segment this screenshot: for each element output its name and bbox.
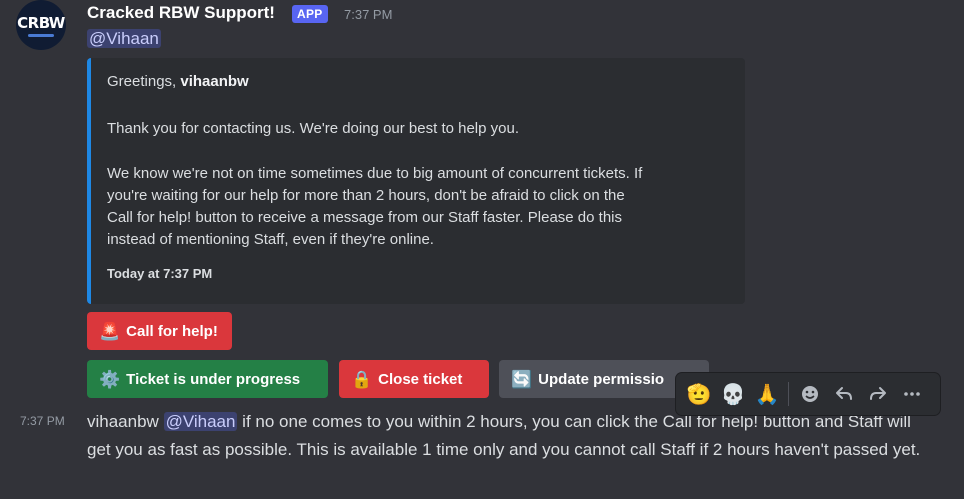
toolbar-divider — [788, 382, 789, 406]
embed-paragraph-line: instead of mentioning Staff, even if the… — [107, 231, 434, 248]
more-icon[interactable] — [895, 377, 929, 411]
embed-line-thanks: Thank you for contacting us. We're doing… — [107, 120, 519, 137]
mention-header: @Vihaan — [87, 29, 161, 49]
message-mention[interactable]: @Vihaan — [163, 412, 238, 431]
user-message: vihaanbw @Vihaan if no one comes to you … — [87, 408, 937, 464]
call-for-help-label: Call for help! — [126, 322, 218, 340]
message-timestamp[interactable]: 7:37 PM — [344, 7, 392, 22]
pray-reaction-icon[interactable]: 🙏 — [750, 377, 784, 411]
bot-username[interactable]: Cracked RBW Support! — [87, 3, 275, 23]
message-author[interactable]: vihaanbw — [87, 412, 159, 431]
add-reaction-icon[interactable] — [793, 377, 827, 411]
refresh-icon: 🔄 — [511, 369, 533, 389]
close-ticket-button[interactable]: 🔒 Close ticket — [339, 360, 489, 398]
embed-footer-timestamp: Today at 7:37 PM — [107, 266, 213, 281]
ticket-progress-button[interactable]: ⚙️ Ticket is under progress — [87, 360, 328, 398]
embed-paragraph-line: We know we're not on time sometimes due … — [107, 165, 643, 182]
avatar-logo-text: CRBW — [17, 13, 65, 32]
close-ticket-label: Close ticket — [378, 370, 463, 388]
embed-paragraph-line: Call for help! button to receive a messa… — [107, 209, 622, 226]
embed-greeting: Greetings, vihaanbw — [107, 72, 249, 92]
forward-icon[interactable] — [861, 377, 895, 411]
embed-card: Greetings, vihaanbw Thank you for contac… — [87, 58, 745, 304]
app-badge: APP — [292, 5, 328, 23]
user-mention[interactable]: @Vihaan — [87, 29, 161, 48]
avatar[interactable]: CRBW — [16, 0, 66, 50]
update-permissions-label: Update permissio — [538, 370, 665, 388]
salute-reaction-icon[interactable]: 🫡 — [682, 377, 716, 411]
greeting-prefix: Greetings, — [107, 73, 181, 90]
message-time[interactable]: 7:37 PM — [20, 414, 65, 428]
reply-icon[interactable] — [827, 377, 861, 411]
skull-reaction-icon[interactable]: 💀 — [716, 377, 750, 411]
siren-icon: 🚨 — [99, 321, 121, 341]
avatar-underline — [28, 33, 54, 37]
call-for-help-button[interactable]: 🚨 Call for help! — [87, 312, 232, 350]
ticket-progress-label: Ticket is under progress — [126, 370, 301, 388]
message-action-toolbar: 🫡 💀 🙏 — [676, 373, 940, 415]
embed-paragraph-line: you're waiting for our help for more tha… — [107, 187, 625, 204]
greeting-name: vihaanbw — [180, 73, 249, 90]
gear-icon: ⚙️ — [99, 369, 121, 389]
lock-icon: 🔒 — [351, 369, 373, 389]
